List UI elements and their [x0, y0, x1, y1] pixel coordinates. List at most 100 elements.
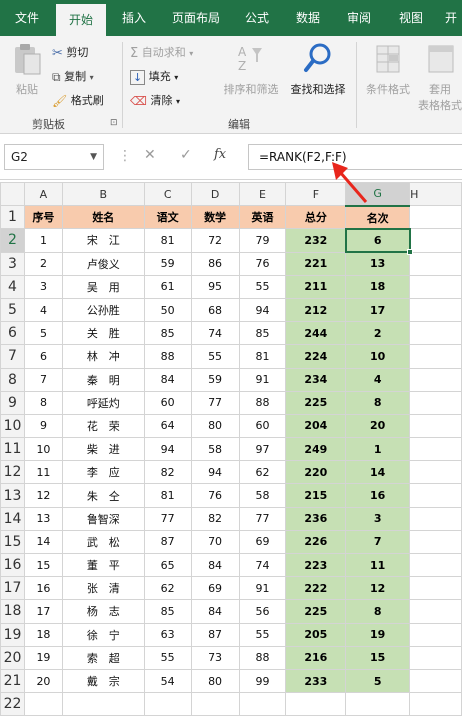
row-header[interactable]: 12	[0, 460, 25, 485]
data-cell[interactable]: 16	[23, 576, 63, 601]
data-cell[interactable]: 58	[190, 437, 240, 462]
row-header[interactable]: 5	[0, 297, 25, 323]
empty-cell[interactable]	[409, 460, 462, 485]
row-header[interactable]: 22	[0, 692, 25, 717]
data-cell[interactable]: 4	[23, 297, 63, 323]
paste-button[interactable]: 粘贴	[8, 42, 46, 97]
data-cell[interactable]: 50	[143, 297, 192, 323]
column-header[interactable]: A	[23, 182, 63, 207]
empty-cell[interactable]	[409, 437, 462, 462]
data-cell[interactable]: 85	[143, 321, 192, 346]
rank-cell[interactable]: 17	[345, 297, 411, 323]
data-cell[interactable]: 91	[238, 367, 287, 392]
empty-cell[interactable]	[409, 483, 462, 508]
total-cell[interactable]: 249	[285, 437, 347, 462]
table-header-cell[interactable]: 姓名	[61, 205, 145, 230]
total-cell[interactable]: 233	[285, 668, 347, 694]
tab-file[interactable]: 文件	[0, 0, 54, 36]
data-cell[interactable]: 64	[143, 413, 192, 439]
empty-cell[interactable]	[409, 692, 462, 717]
column-header[interactable]: F	[285, 182, 347, 207]
data-cell[interactable]: 65	[143, 552, 192, 578]
empty-cell[interactable]	[143, 692, 192, 717]
check-icon[interactable]: ✓	[180, 147, 192, 163]
empty-cell[interactable]	[409, 413, 462, 439]
total-cell[interactable]: 225	[285, 599, 347, 624]
data-cell[interactable]: 戴 宗	[61, 668, 145, 694]
dialog-launcher-icon[interactable]: ⊡	[110, 118, 118, 128]
data-cell[interactable]: 3	[23, 274, 63, 299]
data-cell[interactable]: 55	[238, 622, 287, 647]
empty-cell[interactable]	[409, 668, 462, 694]
find-select-button[interactable]: 查找和选择	[284, 42, 352, 97]
select-all-corner[interactable]	[0, 182, 25, 207]
data-cell[interactable]: 85	[143, 599, 192, 624]
data-cell[interactable]: 76	[190, 483, 240, 508]
data-cell[interactable]: 公孙胜	[61, 297, 145, 323]
clear-button[interactable]: ⌫ 清除 ▾	[130, 92, 180, 108]
data-cell[interactable]: 81	[238, 344, 287, 369]
total-cell[interactable]: 212	[285, 297, 347, 323]
chevron-down-icon[interactable]: ▼	[90, 145, 97, 169]
data-cell[interactable]: 吴 用	[61, 274, 145, 299]
row-header[interactable]: 1	[0, 205, 25, 230]
total-cell[interactable]: 221	[285, 251, 347, 276]
rank-cell[interactable]: 13	[345, 251, 411, 276]
empty-cell[interactable]	[409, 645, 462, 670]
empty-cell[interactable]	[409, 228, 462, 253]
empty-cell[interactable]	[23, 692, 63, 717]
data-cell[interactable]: 55	[143, 645, 192, 670]
data-cell[interactable]: 56	[238, 599, 287, 624]
data-cell[interactable]: 10	[23, 437, 63, 462]
column-header[interactable]: E	[238, 182, 287, 207]
data-cell[interactable]: 55	[238, 274, 287, 299]
data-cell[interactable]: 80	[190, 668, 240, 694]
data-cell[interactable]: 林 冲	[61, 344, 145, 369]
empty-cell[interactable]	[409, 599, 462, 624]
row-header-selected[interactable]: 2	[0, 228, 25, 253]
data-cell[interactable]: 94	[143, 437, 192, 462]
cut-button[interactable]: ✂ 剪切	[52, 44, 88, 61]
rank-cell[interactable]: 5	[345, 668, 411, 694]
data-cell[interactable]: 李 应	[61, 460, 145, 485]
data-cell[interactable]: 15	[23, 552, 63, 578]
tab-more[interactable]: 开	[440, 0, 462, 36]
empty-cell[interactable]	[409, 344, 462, 369]
data-cell[interactable]: 77	[143, 506, 192, 531]
empty-cell[interactable]	[61, 692, 145, 717]
row-header[interactable]: 14	[0, 506, 25, 531]
data-cell[interactable]: 85	[238, 321, 287, 346]
total-cell[interactable]: 232	[285, 228, 347, 253]
rank-cell[interactable]: 8	[345, 599, 411, 624]
table-header-cell[interactable]: 总分	[285, 205, 347, 230]
empty-cell[interactable]	[285, 692, 347, 717]
insert-function-icon[interactable]: fx	[214, 147, 226, 162]
row-header[interactable]: 11	[0, 437, 25, 462]
row-header[interactable]: 16	[0, 552, 25, 578]
rank-cell[interactable]: 8	[345, 390, 411, 415]
row-header[interactable]: 3	[0, 251, 25, 276]
rank-cell[interactable]: 2	[345, 321, 411, 346]
data-cell[interactable]: 呼延灼	[61, 390, 145, 415]
data-cell[interactable]: 97	[238, 437, 287, 462]
data-cell[interactable]: 99	[238, 668, 287, 694]
empty-cell[interactable]	[409, 321, 462, 346]
data-cell[interactable]: 88	[238, 645, 287, 670]
data-cell[interactable]: 秦 明	[61, 367, 145, 392]
empty-cell[interactable]	[345, 692, 411, 717]
data-cell[interactable]: 1	[23, 228, 63, 253]
data-cell[interactable]: 20	[23, 668, 63, 694]
data-cell[interactable]: 6	[23, 344, 63, 369]
data-cell[interactable]: 13	[23, 506, 63, 531]
data-cell[interactable]: 95	[190, 274, 240, 299]
data-cell[interactable]: 杨 志	[61, 599, 145, 624]
data-cell[interactable]: 77	[238, 506, 287, 531]
data-cell[interactable]: 70	[190, 529, 240, 555]
rank-cell[interactable]: 4	[345, 367, 411, 392]
rank-cell[interactable]: 14	[345, 460, 411, 485]
data-cell[interactable]: 79	[238, 228, 287, 253]
rank-cell[interactable]: 10	[345, 344, 411, 369]
row-header[interactable]: 6	[0, 321, 25, 346]
rank-cell[interactable]: 19	[345, 622, 411, 647]
empty-cell[interactable]	[190, 692, 240, 717]
